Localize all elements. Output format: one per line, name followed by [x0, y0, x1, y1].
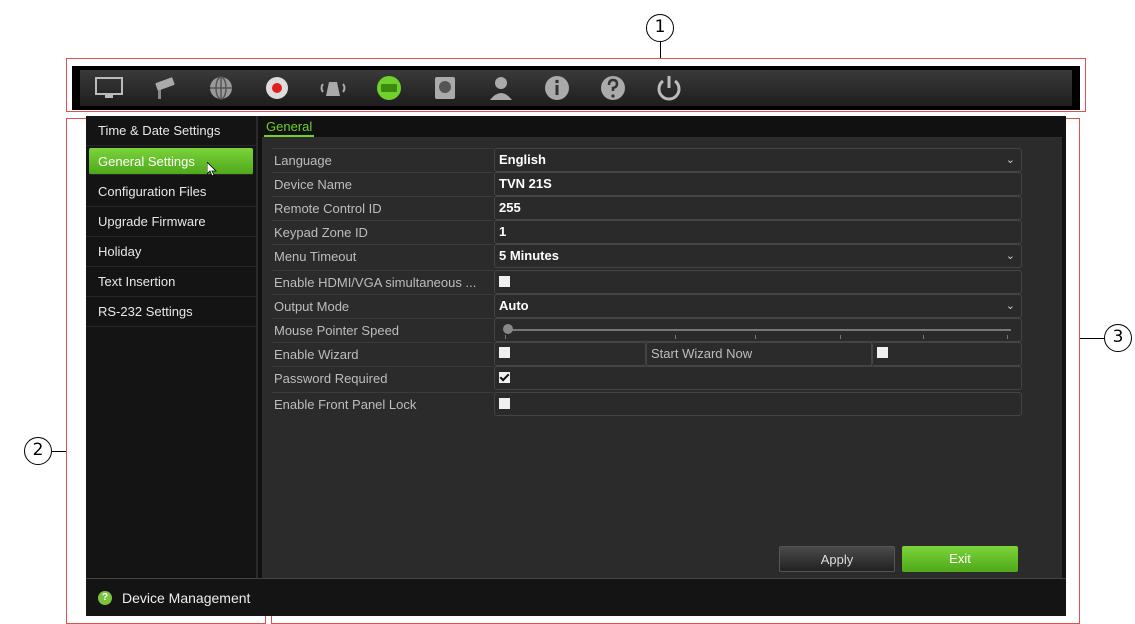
password-required-field: [494, 366, 1022, 390]
slider-tick: [505, 335, 506, 339]
sidebar-item-rs232[interactable]: RS-232 Settings: [86, 297, 256, 327]
callout-number-2: 2: [24, 437, 52, 465]
menu-timeout-value: 5 Minutes: [499, 248, 559, 263]
enable-wizard-field: [494, 342, 646, 366]
slider-tick: [755, 335, 756, 339]
mouse-cursor-icon: [207, 162, 217, 176]
output-mode-select[interactable]: Auto ⌄: [494, 294, 1022, 318]
slider-tick: [675, 335, 676, 339]
chevron-down-icon: ⌄: [1005, 250, 1015, 262]
callout-number-1: 1: [646, 14, 674, 42]
settings-window: Time & Date Settings General Settings Co…: [86, 116, 1066, 616]
front-panel-lock-label: Enable Front Panel Lock: [272, 392, 494, 416]
remote-control-id-label: Remote Control ID: [272, 196, 494, 220]
start-wizard-field: [872, 342, 1022, 366]
callout-leader-1: [660, 42, 661, 58]
slider-tick: [923, 335, 924, 339]
slider-tick: [1007, 335, 1008, 339]
password-required-label: Password Required: [272, 366, 494, 390]
sidebar-item-text-insertion[interactable]: Text Insertion: [86, 267, 256, 297]
sidebar-item-general[interactable]: General Settings: [89, 148, 253, 176]
mouse-speed-label: Mouse Pointer Speed: [272, 318, 494, 342]
device-icon[interactable]: [372, 73, 406, 103]
slider-track: [505, 329, 1011, 331]
wizard-row: Start Wizard Now: [494, 342, 1022, 366]
enable-wizard-label: Enable Wizard: [272, 342, 494, 366]
sidebar-item-holiday[interactable]: Holiday: [86, 237, 256, 267]
tab-general[interactable]: General: [264, 119, 315, 137]
language-value: English: [499, 152, 546, 167]
start-wizard-checkbox[interactable]: [877, 347, 888, 359]
alarm-icon[interactable]: [316, 73, 350, 103]
sidebar-item-time-date[interactable]: Time & Date Settings: [86, 116, 256, 146]
keypad-zone-id-label: Keypad Zone ID: [272, 220, 494, 244]
info-icon[interactable]: [540, 73, 574, 103]
language-label: Language: [272, 148, 494, 172]
callout-leader-2: [52, 451, 66, 452]
tab-bar: General: [262, 116, 1062, 138]
sidebar-item-config-files[interactable]: Configuration Files: [86, 177, 256, 207]
callout-number-3: 3: [1104, 324, 1132, 352]
camera-icon[interactable]: [148, 73, 182, 103]
sidebar-item-label: General Settings: [98, 154, 195, 169]
chevron-down-icon: ⌄: [1005, 300, 1015, 312]
chevron-down-icon: ⌄: [1005, 154, 1015, 166]
front-panel-lock-checkbox[interactable]: [499, 398, 510, 410]
slider-tick: [840, 335, 841, 339]
password-required-checkbox[interactable]: [499, 372, 510, 384]
sidebar-item-upgrade-firmware[interactable]: Upgrade Firmware: [86, 207, 256, 237]
slider-knob[interactable]: [503, 324, 513, 334]
footer-bar: ? Device Management: [86, 578, 1066, 616]
hdmi-vga-checkbox[interactable]: [499, 276, 510, 288]
apply-button[interactable]: Apply: [779, 546, 895, 572]
output-mode-value: Auto: [499, 298, 529, 313]
help-icon[interactable]: [596, 73, 630, 103]
remote-control-id-input[interactable]: 255: [494, 196, 1022, 220]
user-icon[interactable]: [484, 73, 518, 103]
general-settings-form: Language English ⌄ Device Name TVN 21S R…: [272, 148, 1022, 416]
language-select[interactable]: English ⌄: [494, 148, 1022, 172]
monitor-icon[interactable]: [92, 73, 126, 103]
device-name-input[interactable]: TVN 21S: [494, 172, 1022, 196]
network-icon[interactable]: [204, 73, 238, 103]
main-toolbar: [72, 66, 1080, 110]
storage-icon[interactable]: [428, 73, 462, 103]
power-icon[interactable]: [652, 73, 686, 103]
front-panel-lock-field: [494, 392, 1022, 416]
device-name-label: Device Name: [272, 172, 494, 196]
sidebar: Time & Date Settings General Settings Co…: [86, 116, 258, 578]
help-icon: ?: [98, 590, 112, 605]
footer-label[interactable]: Device Management: [122, 590, 250, 606]
exit-button[interactable]: Exit: [902, 546, 1018, 572]
mouse-speed-slider[interactable]: [494, 318, 1022, 342]
hdmi-vga-label: Enable HDMI/VGA simultaneous ...: [272, 270, 494, 294]
menu-timeout-select[interactable]: 5 Minutes ⌄: [494, 244, 1022, 268]
output-mode-label: Output Mode: [272, 294, 494, 318]
record-icon[interactable]: [260, 73, 294, 103]
start-wizard-label: Start Wizard Now: [646, 342, 872, 366]
hdmi-vga-field: [494, 270, 1022, 294]
enable-wizard-checkbox[interactable]: [499, 347, 510, 359]
content-panel: General Language English ⌄ Device Name T…: [262, 116, 1062, 578]
keypad-zone-id-input[interactable]: 1: [494, 220, 1022, 244]
menu-timeout-label: Menu Timeout: [272, 244, 494, 268]
callout-leader-3: [1080, 338, 1104, 339]
